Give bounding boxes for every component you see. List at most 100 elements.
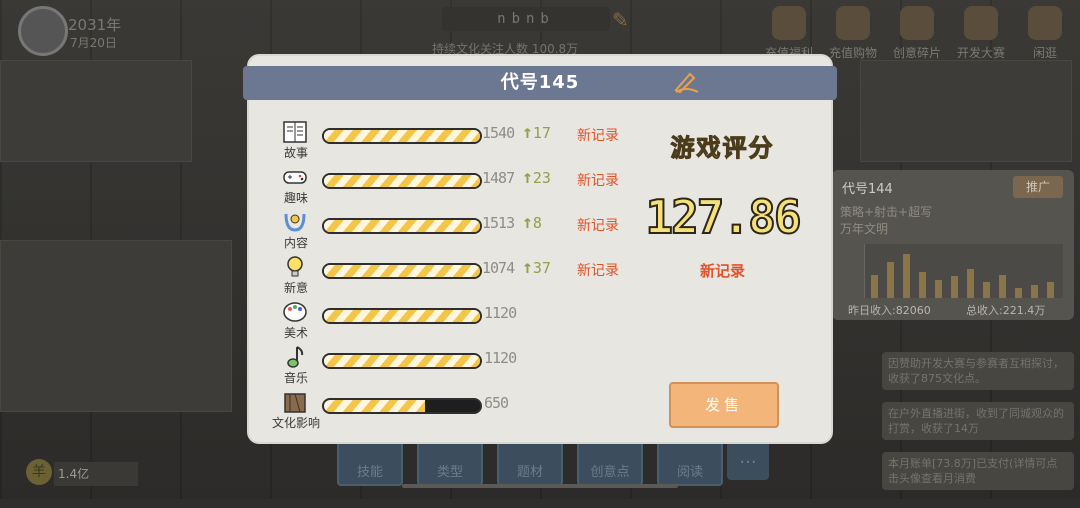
- content-icon: [282, 210, 308, 234]
- stat-value: 1513: [482, 214, 515, 232]
- bottom-tab[interactable]: 阅读: [657, 436, 723, 486]
- stat-label: 美术: [283, 326, 308, 340]
- stat-bar: [322, 353, 482, 369]
- income-bar: [999, 275, 1006, 298]
- top-menu-item[interactable]: 闲逛: [1016, 6, 1074, 61]
- score-label: 游戏评分: [670, 134, 775, 163]
- stat-value: 1120: [484, 349, 517, 367]
- stat-bar-fill: [324, 310, 480, 322]
- stat-increase: ↑17: [522, 122, 551, 143]
- bottom-tab[interactable]: 类型: [417, 436, 483, 486]
- previous-game-title: 代号144: [842, 182, 893, 197]
- date-day: 7月20日: [70, 36, 117, 50]
- stat-label: 文化影响: [271, 416, 320, 430]
- stat-bar: [322, 263, 482, 279]
- edit-pen-icon[interactable]: ✎: [612, 8, 629, 32]
- stat-increase: ↑23: [522, 167, 551, 188]
- game-score: 127.86: [644, 189, 802, 245]
- stat-row: 新意 1074 ↑37 新记录: [270, 253, 630, 298]
- top-menu-label: 充值购物: [828, 46, 877, 60]
- stat-bar: [322, 398, 482, 414]
- up-arrow-icon: ↑: [522, 167, 533, 188]
- income-bar: [871, 275, 878, 298]
- stat-bar-fill: [324, 265, 480, 277]
- stat-row: 故事 1540 ↑17 新记录: [270, 118, 630, 163]
- top-menu: 充值福利 充值购物 创意碎片 开发大赛 闲逛: [760, 6, 1074, 61]
- clock-icon[interactable]: [18, 6, 68, 56]
- stat-label: 趣味: [283, 191, 308, 205]
- top-menu-label: 创意碎片: [892, 46, 941, 60]
- dialog-title: 代号145: [500, 72, 580, 93]
- income-bar: [951, 276, 958, 298]
- income-bar: [983, 282, 990, 298]
- sell-button[interactable]: 发售: [669, 382, 779, 428]
- stat-row: 美术 1120: [270, 298, 630, 343]
- stat-bar: [322, 173, 482, 189]
- stat-value: 1540: [482, 124, 515, 142]
- previous-game-genre: 策略+射击+超写 万年文明: [840, 204, 932, 238]
- news-item: 在户外直播进街，收到了同城观众的打赏，收获了14万: [882, 402, 1074, 440]
- income-bar: [903, 254, 910, 298]
- stat-increase-value: 8: [532, 214, 542, 232]
- palette-icon: [282, 300, 308, 324]
- follower-count: 持续文化关注人数 100.8万: [432, 42, 579, 56]
- top-menu-item[interactable]: 创意碎片: [888, 6, 946, 61]
- stat-bar-fill: [324, 175, 480, 187]
- story-book-icon: [282, 120, 308, 144]
- income-bar: [1047, 282, 1054, 298]
- coin-icon: 羊: [26, 459, 52, 485]
- stat-bar-fill: [324, 130, 480, 142]
- gamepad-icon: [282, 165, 308, 189]
- up-arrow-icon: ↑: [522, 122, 533, 143]
- stat-label: 内容: [283, 236, 308, 250]
- bottom-tab[interactable]: 创意点: [577, 436, 643, 486]
- new-record-badge: 新记录: [577, 218, 619, 234]
- theme-text: 万年文明: [840, 222, 889, 236]
- news-item: 因赞助开发大赛与参赛者互相探讨，收获了875文化点。: [882, 352, 1074, 390]
- stat-increase: ↑37: [522, 257, 551, 278]
- date-year: 2031年: [68, 16, 122, 34]
- bottom-tabs: 技能 类型 题材 创意点 阅读: [337, 436, 723, 486]
- code-icon: [964, 6, 998, 40]
- tree-icon: [1028, 6, 1062, 40]
- new-record-badge: 新记录: [577, 173, 619, 189]
- stat-increase-value: 23: [532, 169, 551, 187]
- stat-label: 故事: [283, 146, 308, 160]
- yesterday-income: 昨日收入:82060: [848, 304, 931, 317]
- stat-bar-fill: [324, 355, 480, 367]
- income-bar: [1031, 285, 1038, 298]
- top-menu-item[interactable]: 充值福利: [760, 6, 818, 61]
- scrollbar[interactable]: [402, 484, 678, 488]
- up-arrow-icon: ↑: [522, 212, 533, 233]
- income-bar: [1015, 288, 1022, 298]
- promote-button[interactable]: 推广: [1013, 176, 1063, 198]
- more-button[interactable]: ...: [727, 440, 769, 480]
- stat-row: 音乐 1120: [270, 343, 630, 388]
- new-record-badge: 新记录: [577, 128, 619, 144]
- stat-row: 内容 1513 ↑8 新记录: [270, 208, 630, 253]
- stat-row: 文化影响 650: [270, 388, 630, 433]
- background-panel: [0, 60, 192, 162]
- stat-value: 650: [484, 394, 509, 412]
- stat-row: 趣味 1487 ↑23 新记录: [270, 163, 630, 208]
- top-menu-item[interactable]: 充值购物: [824, 6, 882, 61]
- rename-pen-icon[interactable]: [672, 70, 700, 96]
- stat-label: 新意: [283, 281, 308, 295]
- top-menu-item[interactable]: 开发大赛: [952, 6, 1010, 61]
- news-item: 本月账单[73.8万]已支付(详情可点击头像查看月消费: [882, 452, 1074, 490]
- stat-value: 1487: [482, 169, 515, 187]
- up-arrow-icon: ↑: [522, 257, 533, 278]
- player-name-field[interactable]: nbnb: [442, 7, 610, 31]
- bottom-tab[interactable]: 题材: [497, 436, 563, 486]
- culture-book-icon: [282, 390, 308, 414]
- top-menu-label: 闲逛: [1032, 46, 1057, 60]
- stat-value: 1120: [484, 304, 517, 322]
- income-chart: [864, 244, 1063, 298]
- new-record-badge: 新记录: [577, 263, 619, 279]
- bottom-tab[interactable]: 技能: [337, 436, 403, 486]
- income-bar: [887, 262, 894, 298]
- stat-bar: [322, 308, 482, 324]
- stat-increase-value: 37: [532, 259, 551, 277]
- stat-bar-fill: [324, 220, 480, 232]
- stat-bar: [322, 218, 482, 234]
